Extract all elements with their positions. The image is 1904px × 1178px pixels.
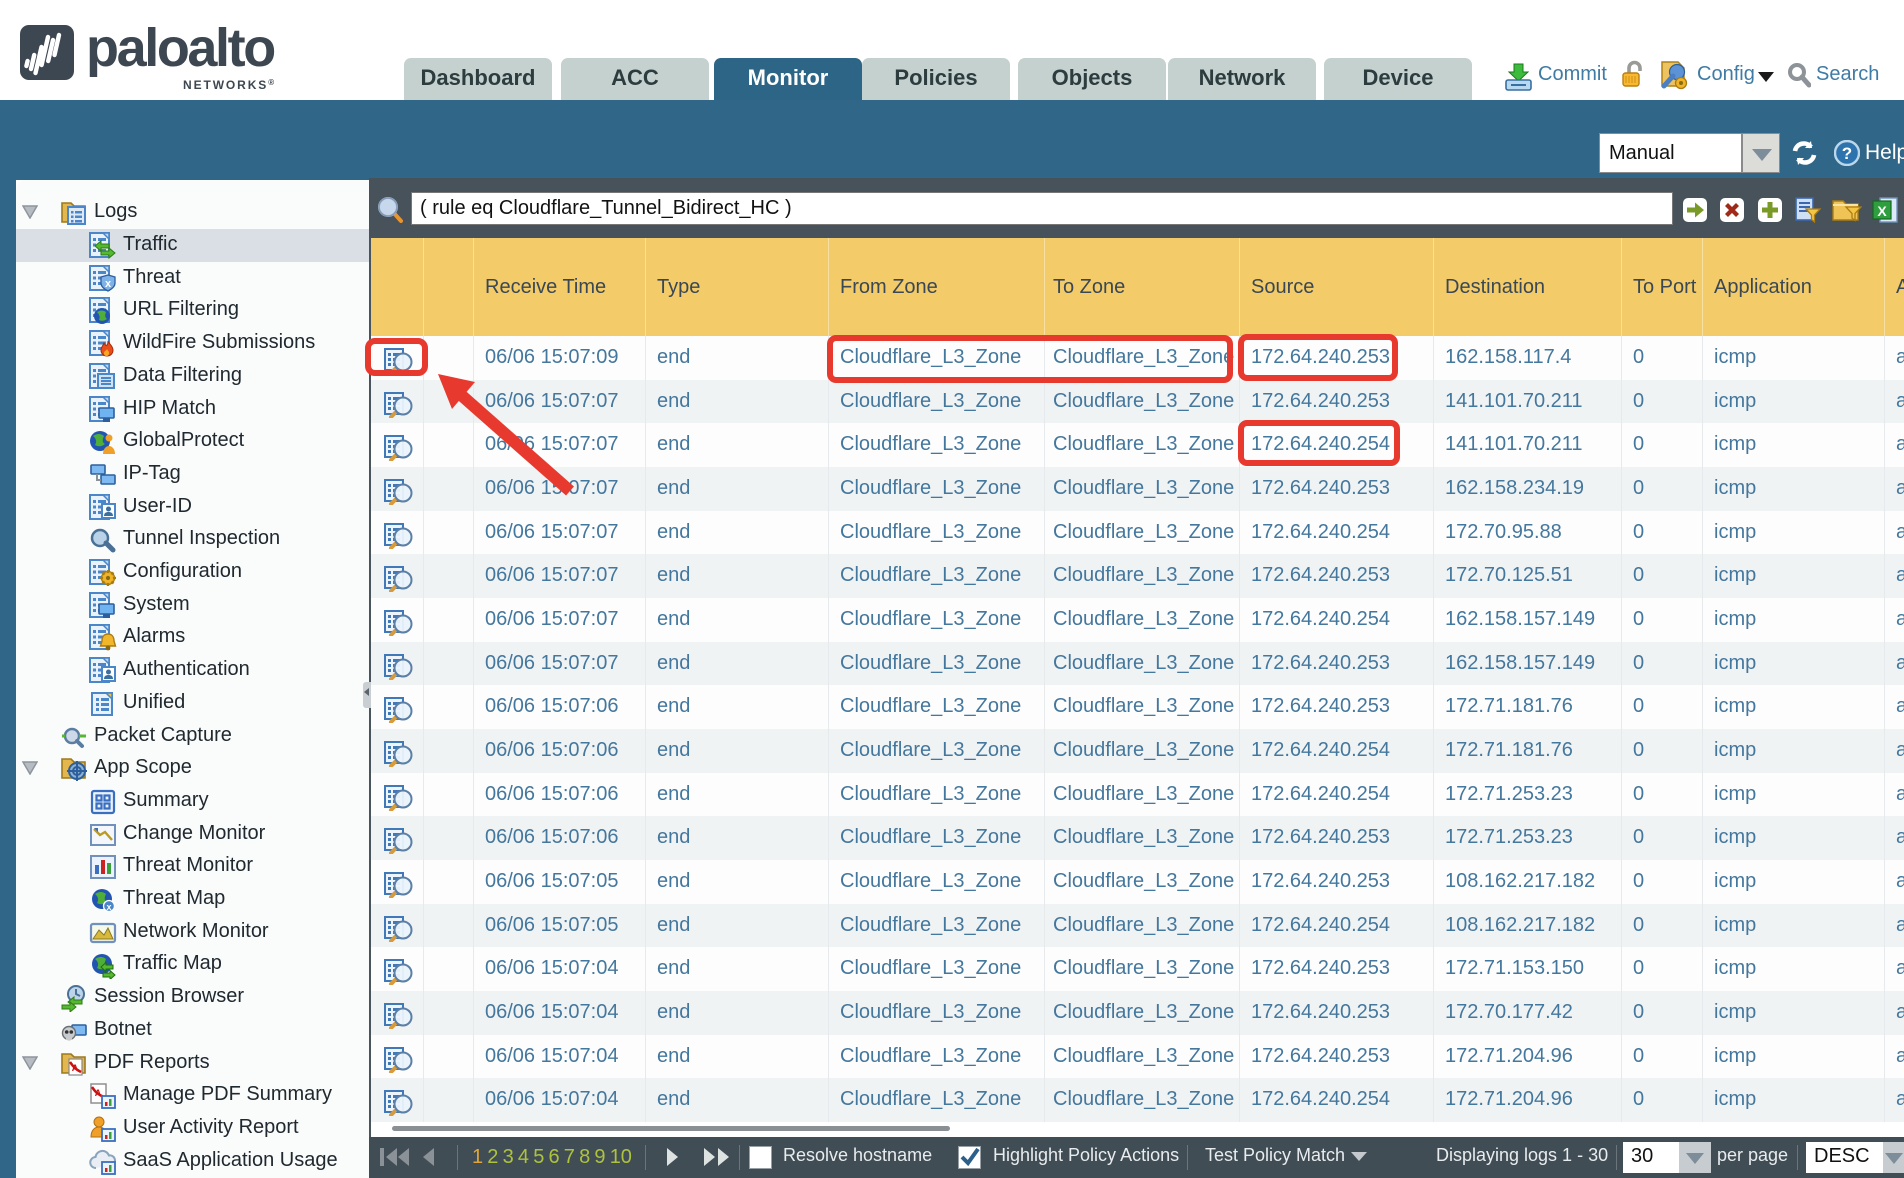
svg-text:A: A [95, 1088, 102, 1098]
svg-text:A: A [72, 1063, 79, 1073]
svg-text:x: x [106, 902, 111, 912]
svg-text:x: x [105, 278, 112, 290]
svg-text:?: ? [1842, 144, 1852, 163]
svg-text:X: X [1877, 203, 1887, 219]
